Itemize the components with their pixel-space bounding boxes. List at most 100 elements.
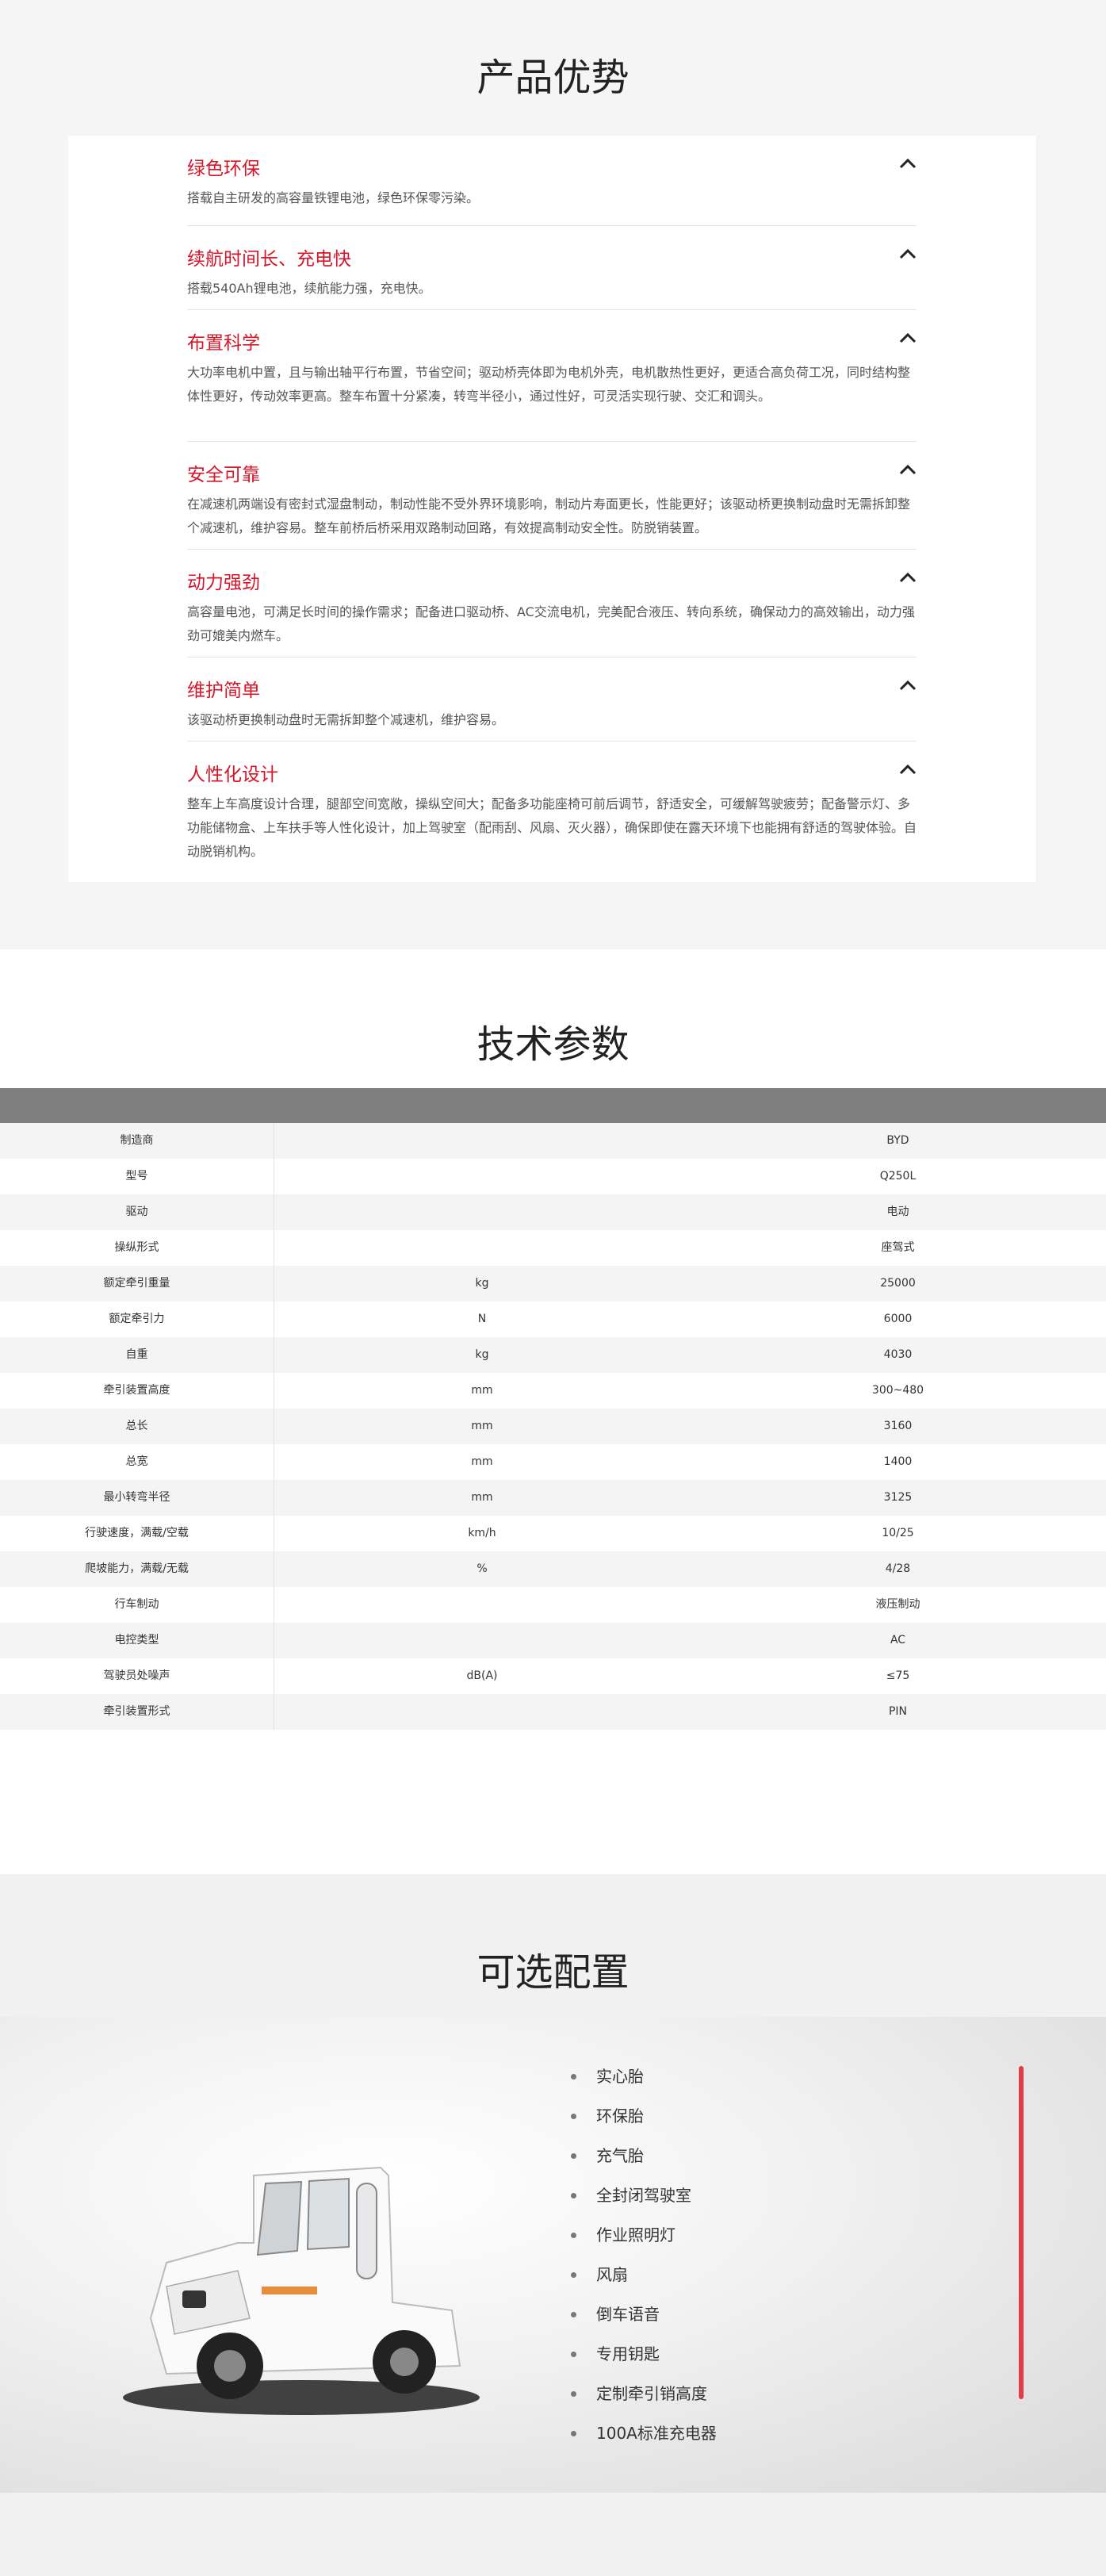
bullet-icon xyxy=(571,2312,576,2317)
spec-name: 操纵形式 xyxy=(0,1230,274,1266)
spec-unit: mm xyxy=(471,1420,493,1432)
table-row: 行驶速度，满载/空载 km/h 10/25 xyxy=(0,1516,1106,1551)
spec-table: 制造商 BYD 型号 Q250L 驱动 电动 操纵形式 座驾式 额定牵引重量 kg 25000 额定牵… xyxy=(0,1088,1106,1730)
spec-value: 4/28 xyxy=(885,1562,911,1575)
accordion-item-maintenance[interactable]: 维护简单 该驱动桥更换制动盘时无需拆卸整个减速机，维护容易。 xyxy=(187,657,917,742)
tech-section: 技术参数 制造商 BYD 型号 Q250L 驱动 电动 操纵形式 座驾式 额定牵引重量 kg 250… xyxy=(0,949,1106,1874)
option-label: 作业照明灯 xyxy=(596,2225,675,2244)
option-item: 100A标准充电器 xyxy=(571,2413,717,2453)
accordion-item-green[interactable]: 绿色环保 搭载自主研发的高容量铁锂电池，绿色环保零污染。 xyxy=(187,136,917,226)
spec-value: AC xyxy=(890,1634,906,1646)
chevron-up-icon[interactable] xyxy=(899,572,917,583)
accordion-item-layout[interactable]: 布置科学 大功率电机中置，且与输出轴平行布置，节省空间；驱动桥壳体即为电机外壳，… xyxy=(187,310,917,442)
accordion-desc: 整车上车高度设计合理，腿部空间宽敞，操纵空间大；配备多功能座椅可前后调节，舒适安… xyxy=(187,796,917,859)
spec-table-header xyxy=(0,1088,1106,1123)
spec-value: 3160 xyxy=(883,1420,913,1432)
chevron-up-icon[interactable] xyxy=(899,158,917,169)
spec-name: 驾驶员处噪声 xyxy=(0,1658,274,1694)
table-row: 电控类型 AC xyxy=(0,1623,1106,1658)
spec-value: 3125 xyxy=(883,1491,913,1504)
spec-name: 行驶速度，满载/空载 xyxy=(0,1516,274,1551)
spec-unit: mm xyxy=(471,1491,493,1504)
scrollbar[interactable] xyxy=(1019,2066,1024,2399)
spec-value: Q250L xyxy=(879,1170,917,1183)
spec-unit xyxy=(274,1587,690,1623)
spec-unit xyxy=(274,1230,690,1266)
option-item: 专用钥匙 xyxy=(571,2334,717,2374)
spec-value: 4030 xyxy=(883,1348,913,1361)
spec-name: 爬坡能力，满载/无载 xyxy=(0,1551,274,1587)
options-banner: 实心胎环保胎 充气胎全封闭驾驶室 作业照明灯风扇倒车语音专用钥匙 定制牵引销高度 100… xyxy=(0,2017,1106,2493)
accordion-item-endurance[interactable]: 续航时间长、充电快 搭载540Ah锂电池，续航能力强，充电快。 xyxy=(187,226,917,310)
chevron-up-icon[interactable] xyxy=(899,764,917,775)
option-item: 全封闭驾驶室 xyxy=(571,2175,717,2215)
option-label: 实心胎 xyxy=(596,2067,644,2086)
spec-name: 额定牵引力 xyxy=(0,1301,274,1337)
option-item: 作业照明灯 xyxy=(571,2215,717,2255)
table-row: 型号 Q250L xyxy=(0,1159,1106,1194)
spec-name: 总长 xyxy=(0,1409,274,1444)
spec-value: 液压制动 xyxy=(875,1598,920,1611)
option-item: 定制牵引销高度 xyxy=(571,2374,717,2413)
spec-name: 制造商 xyxy=(0,1123,274,1159)
accordion-title: 布置科学 xyxy=(187,333,260,354)
bullet-icon xyxy=(571,2114,576,2119)
spec-value: 300~480 xyxy=(871,1384,924,1397)
accordion-title: 续航时间长、充电快 xyxy=(187,249,351,270)
spec-value: 10/25 xyxy=(882,1527,914,1539)
accordion-item-ergonomics[interactable]: 人性化设计 整车上车高度设计合理，腿部空间宽敞，操纵空间大；配备多功能座椅可前后… xyxy=(187,742,917,881)
spec-unit xyxy=(274,1694,690,1730)
spec-value: PIN xyxy=(888,1705,908,1718)
spec-value: 电动 xyxy=(886,1206,909,1218)
options-list: 实心胎环保胎 充气胎全封闭驾驶室 作业照明灯风扇倒车语音专用钥匙 定制牵引销高度 100… xyxy=(571,2057,717,2453)
table-row: 额定牵引力 N 6000 xyxy=(0,1301,1106,1337)
chevron-up-icon[interactable] xyxy=(899,248,917,259)
accordion-title: 维护简单 xyxy=(187,680,260,701)
chevron-up-icon[interactable] xyxy=(899,680,917,691)
spec-value: ≤75 xyxy=(886,1669,910,1682)
chevron-up-icon[interactable] xyxy=(899,332,917,343)
table-row: 驱动 电动 xyxy=(0,1194,1106,1230)
spec-value: BYD xyxy=(886,1134,909,1147)
spec-name: 电控类型 xyxy=(0,1623,274,1658)
accordion-title: 安全可靠 xyxy=(187,465,260,485)
spec-value: 1400 xyxy=(883,1455,913,1468)
spec-unit: mm xyxy=(471,1384,493,1397)
spec-name: 牵引装置形式 xyxy=(0,1694,274,1730)
accordion-item-power[interactable]: 动力强劲 高容量电池，可满足长时间的操作需求；配备进口驱动桥、AC交流电机，完美… xyxy=(187,550,917,657)
option-label: 风扇 xyxy=(596,2265,628,2284)
spec-unit xyxy=(274,1123,690,1159)
spec-name: 额定牵引重量 xyxy=(0,1266,274,1301)
accordion-desc: 在减速机两端设有密封式湿盘制动，制动性能不受外界环境影响，制动片寿面更长，性能更… xyxy=(187,496,911,535)
spec-unit: N xyxy=(477,1313,487,1325)
option-item: 充气胎 xyxy=(571,2136,717,2175)
accordion-title: 绿色环保 xyxy=(187,159,260,179)
spec-name: 自重 xyxy=(0,1337,274,1373)
bullet-icon xyxy=(571,2233,576,2238)
table-row: 总长 mm 3160 xyxy=(0,1409,1106,1444)
spec-name: 牵引装置高度 xyxy=(0,1373,274,1409)
spec-value: 6000 xyxy=(883,1313,913,1325)
accordion-title: 动力强劲 xyxy=(187,573,260,593)
bullet-icon xyxy=(571,2193,576,2198)
option-item: 倒车语音 xyxy=(571,2294,717,2334)
spec-unit: dB(A) xyxy=(466,1669,498,1682)
option-item: 环保胎 xyxy=(571,2096,717,2136)
spec-unit: kg xyxy=(475,1277,489,1290)
accordion-item-safety[interactable]: 安全可靠 在减速机两端设有密封式湿盘制动，制动性能不受外界环境影响，制动片寿面更… xyxy=(187,442,917,550)
option-label: 全封闭驾驶室 xyxy=(596,2186,691,2205)
accordion-desc: 搭载自主研发的高容量铁锂电池，绿色环保零污染。 xyxy=(187,190,480,205)
table-row: 操纵形式 座驾式 xyxy=(0,1230,1106,1266)
accordion-desc: 大功率电机中置，且与输出轴平行布置，节省空间；驱动桥壳体即为电机外壳，电机散热性… xyxy=(187,365,911,404)
tractor-image xyxy=(123,2166,480,2415)
bullet-icon xyxy=(571,2352,576,2357)
advantages-title: 产品优势 xyxy=(476,56,630,100)
option-label: 倒车语音 xyxy=(596,2305,660,2324)
accordion-desc: 该驱动桥更换制动盘时无需拆卸整个减速机，维护容易。 xyxy=(187,712,505,727)
option-item: 风扇 xyxy=(571,2255,717,2294)
spec-name: 行车制动 xyxy=(0,1587,274,1623)
bullet-icon xyxy=(571,2074,576,2080)
chevron-up-icon[interactable] xyxy=(899,464,917,475)
spec-name: 总宽 xyxy=(0,1444,274,1480)
table-row: 牵引装置形式 PIN xyxy=(0,1694,1106,1730)
